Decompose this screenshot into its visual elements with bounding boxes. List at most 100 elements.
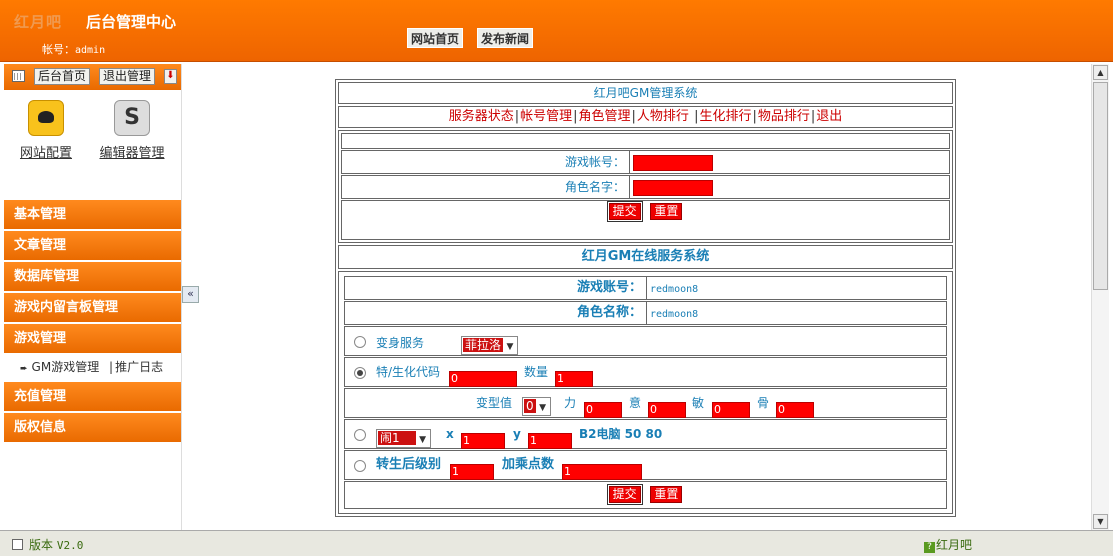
special-code-input[interactable]: 0 xyxy=(449,370,517,387)
min-label: 敏 xyxy=(692,396,705,410)
menu-articles[interactable]: 文章管理 xyxy=(4,231,181,260)
version-value: V2.0 xyxy=(56,539,84,552)
account-field-label: 游戏帐号： xyxy=(564,155,625,169)
nav-site-home[interactable]: 网站首页 xyxy=(407,28,464,48)
sub-promo-log[interactable]: 推广日志 xyxy=(115,360,163,374)
editor-label: 编辑器管理 xyxy=(99,146,165,161)
gu-input[interactable]: 0 xyxy=(776,401,814,418)
scroll-up-icon[interactable]: ▲ xyxy=(1093,65,1108,80)
link-player-rank[interactable]: 人物排行 xyxy=(637,109,689,124)
arrow-right-icon: ➨ xyxy=(20,364,28,374)
menu-database[interactable]: 数据库管理 xyxy=(4,262,181,291)
rebirth-level-label: 转生后级别 xyxy=(376,457,442,472)
gu-label: 骨 xyxy=(757,396,770,410)
yi-label: 意 xyxy=(629,396,642,410)
special-code-radio[interactable] xyxy=(354,366,366,379)
link-item-rank[interactable]: 物品排行 xyxy=(758,109,810,124)
rebirth-row: 转生后级别 1 加乘点数 1 xyxy=(344,450,947,480)
account-value: admin xyxy=(75,45,106,56)
submit-button[interactable]: 提交 xyxy=(606,201,643,222)
stats-row: 变型值 0 ▼ 力 0 意 0 敏 0 骨 0 xyxy=(344,388,947,418)
version-label: 版本 xyxy=(29,538,54,552)
main-frame: 红月吧GM管理系统 服务器状态|帐号管理|角色管理|人物排行 |生化排行|物品排… xyxy=(200,64,1091,530)
scroll-thumb[interactable] xyxy=(1093,82,1108,290)
chevron-down-icon: ▼ xyxy=(539,403,547,413)
info-role-value: redmoon8 xyxy=(650,309,699,320)
collapse-sidebar-button[interactable]: « xyxy=(182,286,199,303)
stats-type-select[interactable]: 0 ▼ xyxy=(522,397,551,416)
sub-separator: | xyxy=(109,360,114,374)
arrow-down-icon[interactable]: ⬇ xyxy=(164,69,177,84)
menu-game-sub: ➨ GM游戏管理 | 推广日志 xyxy=(4,355,181,380)
quantity-label: 数量 xyxy=(524,365,549,379)
map-select[interactable]: 闹1 ▼ xyxy=(376,429,431,448)
x-input[interactable]: 1 xyxy=(461,432,505,449)
login-form: 游戏帐号： 角色名字： 提交 重置 xyxy=(338,130,953,243)
y-input[interactable]: 1 xyxy=(528,432,572,449)
reset-button[interactable]: 重置 xyxy=(650,203,683,220)
page-title: 后台管理中心 xyxy=(86,13,177,31)
online-service-form: 游戏账号： redmoon8 角色名称： redmoon8 变身服务 菲拉洛 ▼ … xyxy=(338,271,953,514)
menu-game[interactable]: 游戏管理 xyxy=(4,324,181,353)
transform-label: 变身服务 xyxy=(376,336,425,350)
link-server-status[interactable]: 服务器状态 xyxy=(449,109,514,124)
top-nav: 网站首页 发布新闻 xyxy=(407,28,547,48)
vertical-scrollbar[interactable]: ▲ ▼ xyxy=(1091,64,1109,530)
status-bar: 版本 V2.0 ? 红月吧 xyxy=(0,530,1113,556)
teleport-radio[interactable] xyxy=(354,428,366,441)
account-field[interactable] xyxy=(633,154,713,171)
menu-basic[interactable]: 基本管理 xyxy=(4,200,181,229)
x-label: x xyxy=(446,427,454,441)
footer-brand-label: 红月吧 xyxy=(936,538,973,552)
link-role-manage[interactable]: 角色管理 xyxy=(579,109,631,124)
link-account-manage[interactable]: 帐号管理 xyxy=(520,109,572,124)
account-info: 帐号：admin xyxy=(42,41,105,57)
sidebar-shortcuts: 网站配置 编辑器管理 xyxy=(4,90,181,200)
site-config-shortcut[interactable]: 网站配置 xyxy=(6,100,86,161)
menu-copyright[interactable]: 版权信息 xyxy=(4,413,181,442)
form-role-row: 角色名字： xyxy=(341,175,950,199)
y-label: y xyxy=(513,427,521,441)
top-header: 红月吧 后台管理中心 帐号：admin 网站首页 发布新闻 xyxy=(0,0,1113,62)
help-icon: ? xyxy=(924,542,935,553)
info-account-value: redmoon8 xyxy=(650,284,699,295)
document-icon xyxy=(12,539,23,550)
admin-home-button[interactable]: 后台首页 xyxy=(34,68,91,85)
transform-radio[interactable] xyxy=(354,335,366,348)
scroll-down-icon[interactable]: ▼ xyxy=(1093,514,1108,529)
chevron-down-icon: ▼ xyxy=(506,342,514,352)
bonus-points-input[interactable]: 1 xyxy=(562,463,642,480)
sidebar: 后台首页 退出管理 ⬇ 网站配置 编辑器管理 基本管理 文章管理 数据库管理 游… xyxy=(4,64,182,530)
teleport-note: B2电脑 50 80 xyxy=(579,427,663,441)
sidebar-toolbar: 后台首页 退出管理 ⬇ xyxy=(4,64,181,90)
sub-gm-manage[interactable]: GM游戏管理 xyxy=(32,360,100,374)
menu-guestbook[interactable]: 游戏内留言板管理 xyxy=(4,293,181,322)
info-role-row: 角色名称： redmoon8 xyxy=(344,301,947,325)
online-service-title: 红月GM在线服务系统 xyxy=(338,245,953,269)
stats-type-selected: 0 xyxy=(524,399,536,413)
menu-recharge[interactable]: 充值管理 xyxy=(4,382,181,411)
reset2-button[interactable]: 重置 xyxy=(650,486,683,503)
site-config-label: 网站配置 xyxy=(19,146,72,161)
rebirth-level-input[interactable]: 1 xyxy=(450,463,494,480)
form1-buttons: 提交 重置 xyxy=(341,200,950,240)
quantity-input[interactable]: 1 xyxy=(555,370,593,387)
map-selected: 闹1 xyxy=(378,431,416,445)
editor-shortcut[interactable]: 编辑器管理 xyxy=(92,100,172,161)
rebirth-radio[interactable] xyxy=(354,459,366,472)
nav-publish-news[interactable]: 发布新闻 xyxy=(477,28,534,48)
submit2-button[interactable]: 提交 xyxy=(606,484,643,505)
footer-brand[interactable]: ? 红月吧 xyxy=(924,536,972,553)
logout-button[interactable]: 退出管理 xyxy=(99,68,156,85)
transform-select[interactable]: 菲拉洛 ▼ xyxy=(461,336,519,355)
special-code-row: 特/生化代码 0 数量 1 xyxy=(344,357,947,387)
yi-input[interactable]: 0 xyxy=(648,401,686,418)
link-exit[interactable]: 退出 xyxy=(816,109,842,124)
form2-buttons: 提交 重置 xyxy=(344,481,947,509)
li-input[interactable]: 0 xyxy=(584,401,622,418)
min-input[interactable]: 0 xyxy=(712,401,750,418)
link-bio-rank[interactable]: 生化排行 xyxy=(699,109,751,124)
role-field-label: 角色名字： xyxy=(564,180,625,194)
header-logo: 红月吧 xyxy=(14,13,63,31)
role-field[interactable] xyxy=(633,179,713,196)
